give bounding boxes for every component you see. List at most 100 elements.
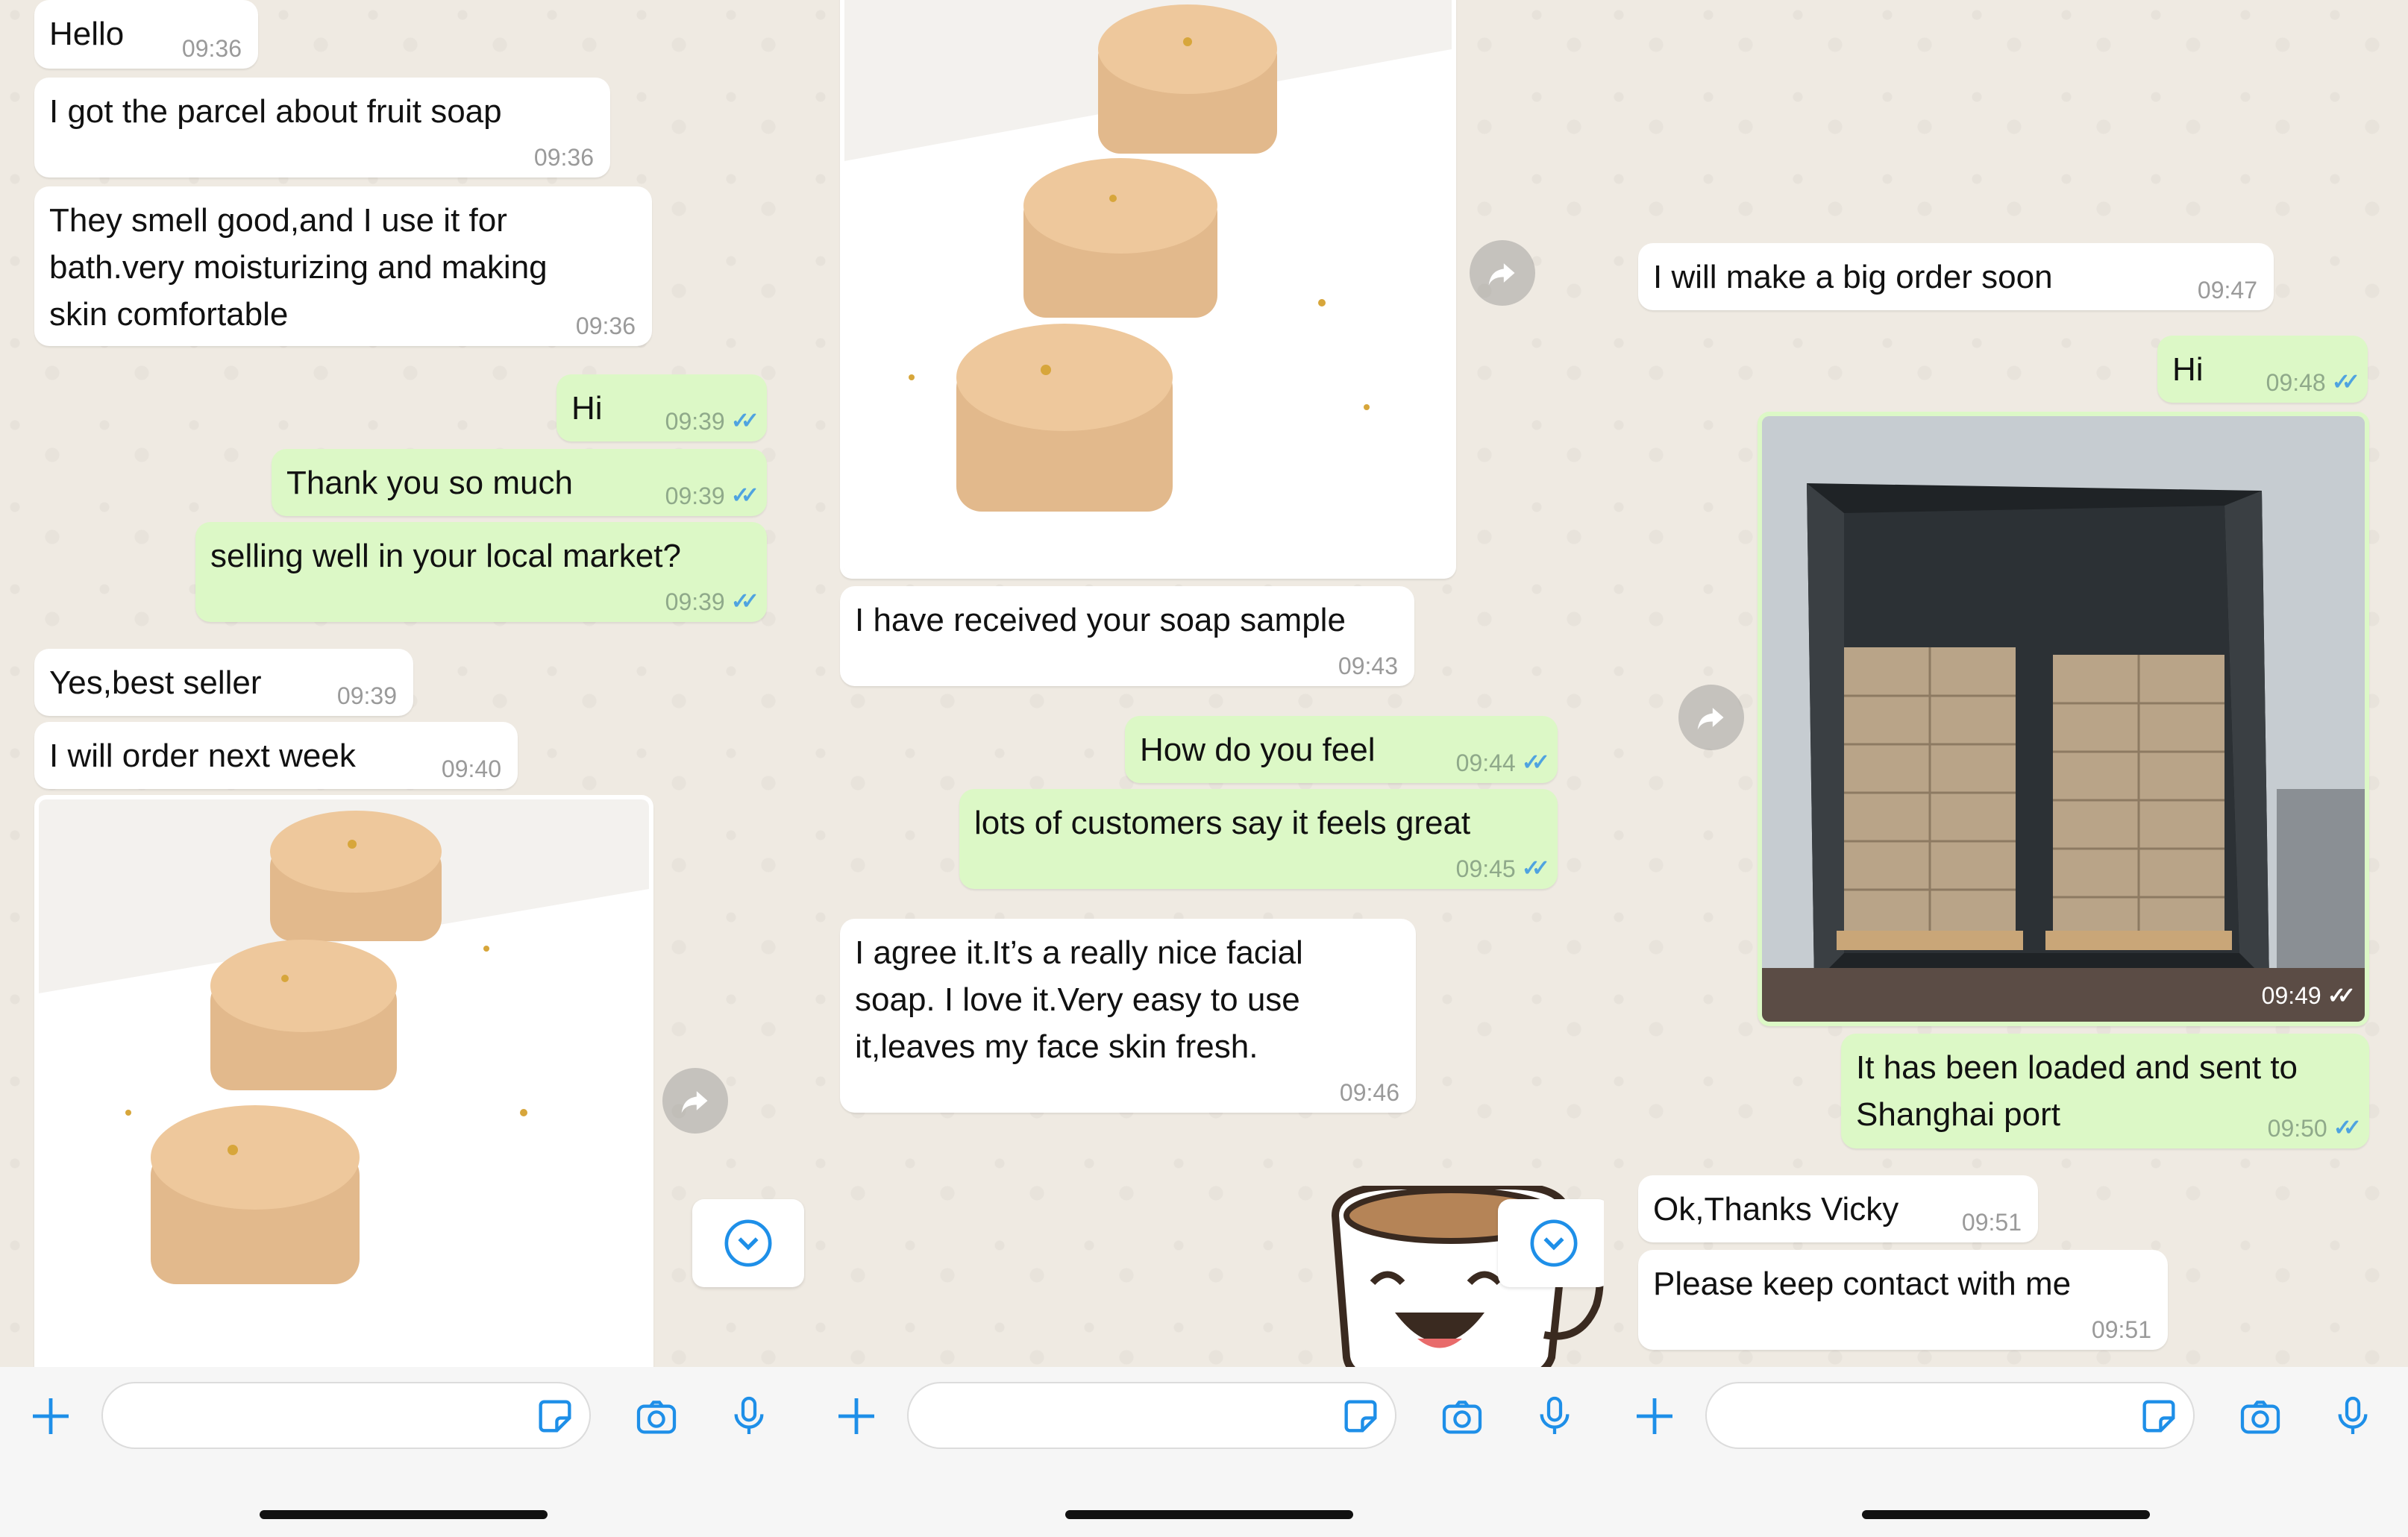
- message-text: lots of customers say it feels great: [974, 805, 1471, 841]
- message-input[interactable]: [907, 1382, 1396, 1449]
- message-text: I will make a big order soon: [1653, 259, 2053, 295]
- message-time: 09:36: [575, 312, 636, 339]
- message-time: 09:39: [336, 682, 397, 709]
- double-check-icon: ✓✓: [2327, 984, 2356, 1008]
- message-time: 09:39: [665, 588, 725, 615]
- container-photo: 09:49 ✓✓: [1762, 416, 2365, 1022]
- message-time: 09:43: [1338, 653, 1398, 679]
- message-outgoing[interactable]: It has been loaded and sent to Shanghai …: [1841, 1034, 2369, 1148]
- message-time: 09:51: [2091, 1316, 2151, 1343]
- message-outgoing[interactable]: lots of customers say it feels great 09:…: [959, 789, 1558, 889]
- image-message[interactable]: 09:49 ✓✓: [1758, 412, 2369, 1026]
- message-time: 09:45: [1455, 855, 1516, 882]
- message-time: 09:46: [1339, 1079, 1399, 1106]
- message-outgoing[interactable]: Hi 09:48 ✓✓: [2157, 336, 2368, 403]
- double-check-icon: ✓✓: [2333, 1116, 2362, 1140]
- sticker-button[interactable]: [2130, 1388, 2187, 1445]
- message-incoming[interactable]: Please keep contact with me 09:51: [1638, 1250, 2168, 1350]
- image-message[interactable]: 09:43: [840, 0, 1456, 579]
- message-text-line: It has been loaded and sent to: [1856, 1049, 2298, 1086]
- message-incoming[interactable]: They smell good,and I use it for bath.ve…: [34, 186, 652, 346]
- message-time: 09:36: [181, 35, 242, 62]
- input-bar: [1604, 1367, 2408, 1537]
- message-time: 09:51: [1961, 1209, 2022, 1236]
- message-incoming[interactable]: Yes,best seller 09:39: [34, 649, 413, 716]
- message-time: 09:48: [2266, 369, 2326, 396]
- message-list: Hello 09:36 I got the parcel about fruit…: [0, 0, 806, 1367]
- message-incoming[interactable]: I will order next week 09:40: [34, 722, 518, 789]
- plus-icon: [1637, 1398, 1672, 1434]
- forward-button[interactable]: [662, 1068, 728, 1134]
- message-incoming[interactable]: I have received your soap sample 09:43: [840, 586, 1414, 686]
- microphone-icon: [1540, 1396, 1570, 1434]
- camera-button[interactable]: [628, 1388, 685, 1445]
- message-text: I will order next week: [49, 738, 356, 774]
- home-indicator: [1065, 1510, 1353, 1519]
- message-outgoing[interactable]: selling well in your local market? 09:39…: [195, 522, 767, 622]
- message-text: Please keep contact with me: [1653, 1266, 2072, 1302]
- chevron-down-icon: [724, 1219, 772, 1267]
- message-incoming[interactable]: Hello 09:36: [34, 0, 258, 69]
- input-bar: [0, 1367, 806, 1537]
- message-list: 09:43 I have received your soap sample 0…: [806, 0, 1604, 1367]
- message-time: 09:47: [2197, 277, 2257, 304]
- message-text-line: They smell good,and I use it for: [49, 202, 507, 239]
- camera-icon: [636, 1401, 677, 1434]
- home-indicator: [1862, 1510, 2150, 1519]
- message-time: 09:39: [665, 408, 725, 435]
- message-outgoing[interactable]: How do you feel 09:44 ✓✓: [1125, 716, 1558, 783]
- microphone-icon: [2338, 1396, 2368, 1434]
- camera-button[interactable]: [2232, 1388, 2289, 1445]
- chevron-down-icon: [1530, 1219, 1578, 1267]
- double-check-icon: ✓✓: [730, 589, 759, 614]
- image-time: 09:49: [2261, 982, 2321, 1009]
- mic-button[interactable]: [2324, 1388, 2381, 1445]
- double-check-icon: ✓✓: [2331, 370, 2360, 395]
- double-check-icon: ✓✓: [730, 483, 759, 508]
- attach-button[interactable]: [828, 1388, 885, 1445]
- sticker-button[interactable]: [527, 1388, 583, 1445]
- soap-image: [39, 799, 649, 1367]
- forward-button[interactable]: [1470, 240, 1535, 306]
- message-text: selling well in your local market?: [210, 538, 681, 574]
- double-check-icon: ✓✓: [1521, 856, 1550, 881]
- camera-icon: [2240, 1401, 2280, 1434]
- attach-button[interactable]: [1626, 1388, 1683, 1445]
- message-incoming[interactable]: Ok,Thanks Vicky 09:51: [1638, 1175, 2038, 1242]
- message-text-line: bath.very moisturizing and making: [49, 249, 548, 286]
- message-incoming[interactable]: I got the parcel about fruit soap 09:36: [34, 78, 610, 177]
- message-time: 09:50: [2267, 1115, 2327, 1142]
- soap-photo: 09:43: [844, 0, 1452, 574]
- input-bar: [806, 1367, 1604, 1537]
- scroll-to-bottom-button[interactable]: [1498, 1199, 1604, 1287]
- image-message[interactable]: [34, 795, 653, 1367]
- scroll-to-bottom-button[interactable]: [692, 1199, 804, 1287]
- message-time: 09:40: [441, 755, 501, 782]
- message-time: 09:36: [533, 144, 594, 171]
- mic-button[interactable]: [1526, 1388, 1583, 1445]
- attach-button[interactable]: [22, 1388, 79, 1445]
- message-outgoing[interactable]: Thank you so much 09:39 ✓✓: [272, 449, 767, 516]
- message-time: 09:44: [1455, 749, 1516, 776]
- camera-button[interactable]: [1434, 1388, 1490, 1445]
- message-incoming[interactable]: I agree it.It’s a really nice facial soa…: [840, 919, 1416, 1113]
- mic-button[interactable]: [721, 1388, 777, 1445]
- chat-panel-1: Hello 09:36 I got the parcel about fruit…: [0, 0, 806, 1537]
- message-text: I got the parcel about fruit soap: [49, 93, 502, 130]
- camera-icon: [1442, 1401, 1482, 1434]
- forward-button[interactable]: [1678, 685, 1744, 750]
- sticker-button[interactable]: [1332, 1388, 1389, 1445]
- forward-icon: [681, 1091, 708, 1113]
- message-input[interactable]: [1705, 1382, 2195, 1449]
- forward-icon: [1697, 708, 1724, 730]
- message-text-line: soap. I love it.Very easy to use: [855, 981, 1300, 1018]
- plus-icon: [838, 1398, 874, 1434]
- message-outgoing[interactable]: Hi 09:39 ✓✓: [556, 374, 767, 441]
- message-text-line: it,leaves my face skin fresh.: [855, 1028, 1258, 1065]
- message-incoming[interactable]: I will make a big order soon 09:47: [1638, 243, 2274, 310]
- message-list: I will make a big order soon 09:47 Hi 09…: [1604, 0, 2408, 1367]
- home-indicator: [260, 1510, 548, 1519]
- sticker-icon: [1344, 1400, 1377, 1433]
- message-input[interactable]: [101, 1382, 591, 1449]
- image-time: 09:43: [1373, 535, 1434, 562]
